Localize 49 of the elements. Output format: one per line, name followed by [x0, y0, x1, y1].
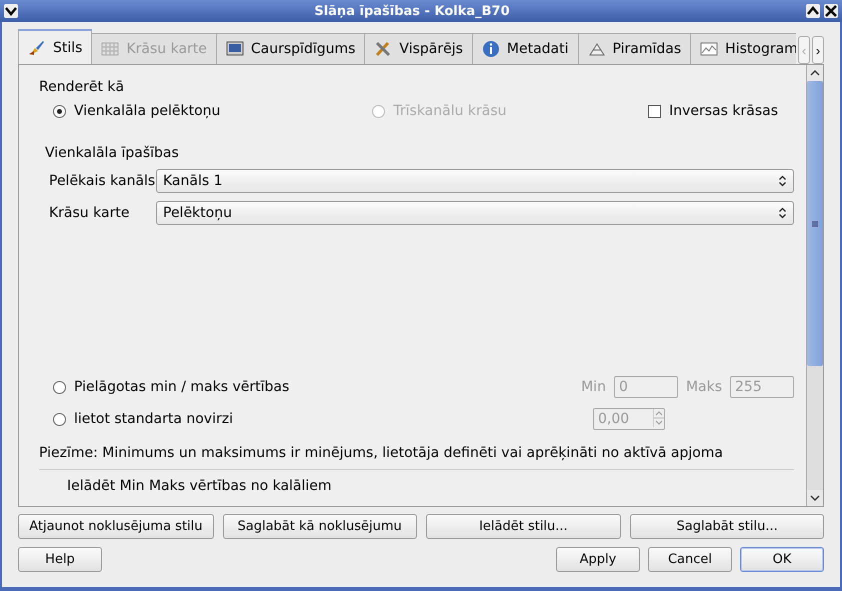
help-button[interactable]: Help [18, 547, 102, 572]
style-button[interactable]: Atjaunot noklusējuma stilu [18, 514, 214, 539]
field-label: Maks [686, 379, 722, 395]
tools-icon [374, 40, 392, 58]
updown-icon [778, 175, 787, 187]
field-label: Min [581, 379, 606, 395]
radio-label: Vienkalāla pelēktoņu [74, 103, 220, 119]
style-button[interactable]: Ielādēt stilu... [426, 514, 622, 539]
tab-scroll-button[interactable]: › [812, 36, 824, 64]
radio-button[interactable] [53, 412, 66, 426]
tab[interactable]: Vispārējs [364, 33, 473, 64]
chart-icon [700, 40, 718, 58]
dropdown[interactable]: Kanāls 1 [156, 169, 794, 193]
radio-label: Trīskanālu krāsu [393, 103, 507, 119]
note-text: Piezīme: Minimums un maksimums ir minējums, lietotāja definēti vai aprēķināti no aktīvā apjoma [39, 445, 724, 461]
section-label: Ielādēt Min Maks vērtības no kalāliem [66, 478, 333, 494]
grid-icon [101, 40, 120, 58]
section-label: Renderēt kā [39, 79, 126, 95]
dialog-button[interactable]: Cancel [648, 547, 732, 572]
tab[interactable]: Caurspīdīgums [216, 33, 366, 64]
chevron-up-icon[interactable] [806, 4, 820, 18]
section-label: Vienkalāla īpašības [45, 145, 180, 161]
style-button[interactable]: Saglabāt kā noklusējumu [222, 514, 416, 539]
checkbox[interactable] [648, 104, 662, 118]
radio-label: Pielāgotas min / maks vērtības [74, 379, 290, 395]
window-title: Slāņa īpašības - Kolka_B70 [313, 4, 511, 18]
checkbox-label: Inversas krāsas [669, 103, 778, 119]
chevron-down-icon[interactable] [4, 4, 18, 18]
radio-button[interactable] [53, 380, 66, 394]
close-icon[interactable] [824, 4, 838, 18]
tab[interactable]: Metadati [472, 33, 579, 64]
info-icon [482, 40, 500, 58]
dialog-button[interactable]: Apply [556, 547, 640, 572]
grip-icon[interactable] [812, 220, 818, 226]
radio-label: lietot standarta novirzi [74, 411, 234, 427]
field-label: Krāsu karte [49, 205, 130, 221]
radio-button[interactable] [53, 104, 66, 118]
tab[interactable]: Piramīdas [578, 33, 692, 64]
scroll-up-icon[interactable] [810, 69, 820, 77]
brush-icon [28, 38, 46, 56]
dropdown[interactable]: Pelēktoņu [156, 201, 794, 225]
dialog-button[interactable]: OK [740, 547, 824, 572]
scrollbar[interactable] [806, 65, 823, 506]
scroll-down-icon[interactable] [810, 494, 820, 502]
monitor-icon [226, 40, 244, 58]
updown-icon [778, 207, 787, 219]
tab[interactable]: Stils [18, 29, 92, 64]
field-label: Pelēkais kanāls [49, 173, 156, 189]
style-button[interactable]: Saglabāt stilu... [630, 514, 824, 539]
